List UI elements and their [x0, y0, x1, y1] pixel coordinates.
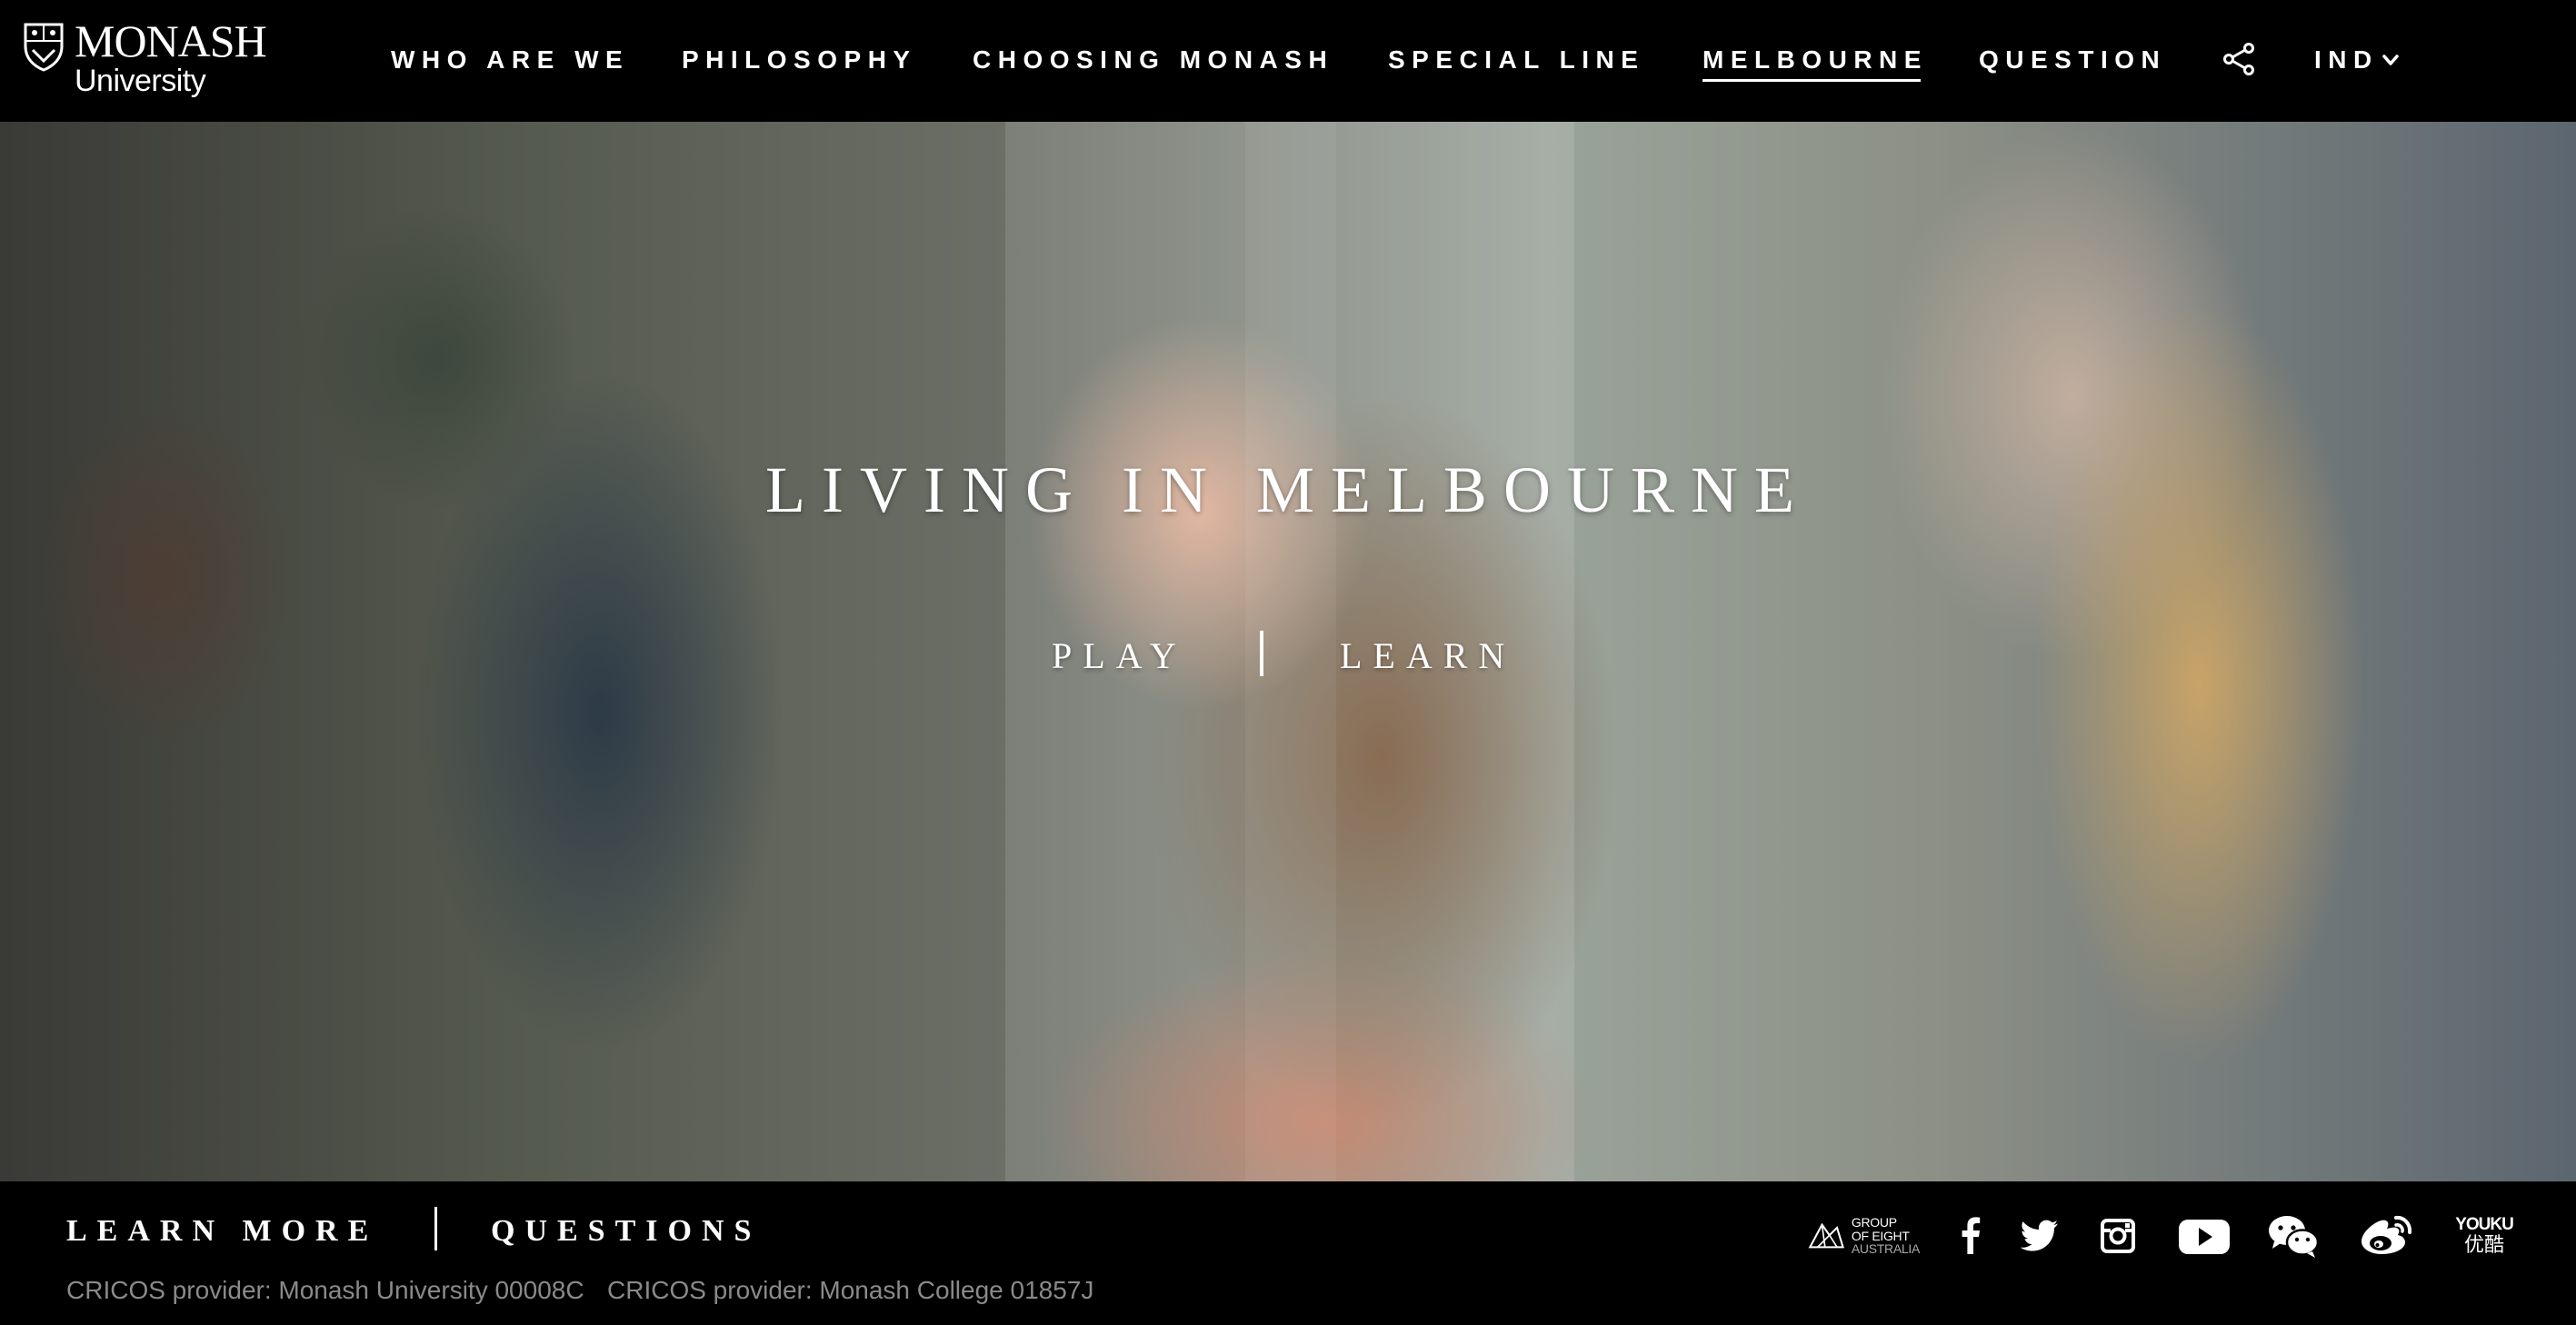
share-icon[interactable]: [2222, 42, 2256, 76]
chevron-down-icon: [2381, 55, 2399, 65]
weibo-icon[interactable]: [2360, 1209, 2414, 1263]
nav-question[interactable]: QUESTION: [1979, 44, 2166, 76]
go8-line2: OF EIGHT: [1851, 1228, 1910, 1243]
hero-divider: [1260, 631, 1263, 676]
play-button[interactable]: PLAY: [1052, 634, 1187, 677]
footer-divider: [434, 1207, 437, 1250]
site-footer: LEARN MORE QUESTIONS CRICOS provider: Mo…: [0, 1181, 2576, 1325]
learn-button[interactable]: LEARN: [1340, 634, 1515, 677]
site-header: MONASH University WHO ARE WE PHILOSOPHY …: [0, 0, 2576, 122]
brand-sub: University: [75, 64, 206, 98]
youku-chinese: 优酷: [2463, 1233, 2504, 1257]
hero-actions: PLAY LEARN: [0, 627, 2576, 691]
wechat-icon[interactable]: [2267, 1209, 2320, 1263]
nav-who-are-we[interactable]: WHO ARE WE: [391, 44, 629, 76]
nav-special-line[interactable]: SPECIAL LINE: [1388, 44, 1644, 76]
go8-logo[interactable]: GROUP OF EIGHT AUSTRALIA: [1807, 1209, 1920, 1263]
hero-title: LIVING IN MELBOURNE: [765, 453, 1811, 526]
nav-philosophy[interactable]: PHILOSOPHY: [682, 44, 917, 76]
youku-icon[interactable]: YOUKU 优酷: [2454, 1209, 2514, 1263]
language-selector[interactable]: IND: [2314, 44, 2401, 76]
instagram-icon[interactable]: [2100, 1209, 2136, 1263]
monash-logo[interactable]: MONASH University: [22, 15, 267, 96]
nav-choosing-monash[interactable]: CHOOSING MONASH: [973, 44, 1333, 76]
learn-more-link[interactable]: LEARN MORE: [66, 1214, 378, 1249]
nav-melbourne[interactable]: MELBOURNE: [1702, 44, 1928, 82]
go8-mark-icon: [1808, 1222, 1844, 1249]
hero-banner: LIVING IN MELBOURNE PLAY LEARN: [0, 122, 2576, 1181]
go8-line1: GROUP: [1851, 1214, 1897, 1230]
twitter-icon[interactable]: [2020, 1209, 2060, 1263]
cricos-college: CRICOS provider: Monash College 01857J: [607, 1276, 1094, 1304]
brand-name: MONASH: [75, 15, 267, 66]
youtube-icon[interactable]: [2178, 1209, 2231, 1263]
facebook-icon[interactable]: [1954, 1209, 1987, 1263]
language-label: IND: [2314, 45, 2379, 74]
youku-latin: YOUKU: [2455, 1215, 2514, 1235]
questions-link[interactable]: QUESTIONS: [491, 1214, 761, 1249]
go8-line3: AUSTRALIA: [1851, 1241, 1920, 1257]
cricos-university: CRICOS provider: Monash University 00008…: [66, 1276, 584, 1304]
crest-icon: [24, 23, 64, 72]
